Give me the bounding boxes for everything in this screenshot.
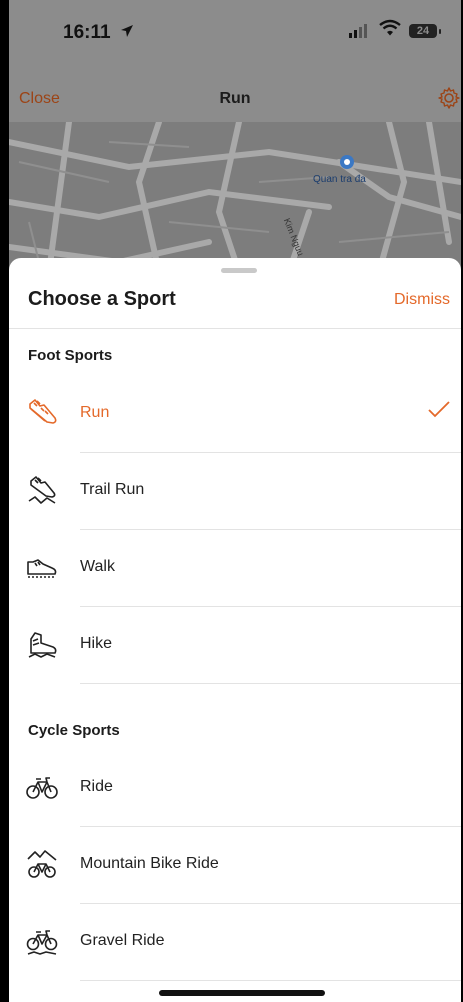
checkmark-icon [427, 400, 451, 425]
sport-item-label: Trail Run [80, 481, 145, 498]
sport-item-hike[interactable]: Hike [9, 607, 461, 684]
mountain-bike-icon [25, 847, 59, 881]
section-cycle-sports: Cycle Sports [28, 722, 120, 739]
phone-screen: 16:11 24 Close Run Quan tra đa Kim Nguu … [9, 0, 461, 1002]
running-shoe-icon [25, 396, 59, 430]
walking-shoe-icon [25, 550, 59, 584]
bicycle-icon [25, 770, 59, 804]
sport-item-label: Run [80, 404, 110, 421]
map-streets [9, 122, 461, 272]
wifi-icon [379, 19, 401, 42]
sport-item-label: Hike [80, 635, 113, 652]
poi-label[interactable]: Quan tra đa [313, 174, 366, 185]
sport-item-label: Ride [80, 778, 113, 795]
page-title: Run [219, 90, 251, 107]
sport-item-label: Mountain Bike Ride [80, 855, 219, 872]
sport-item-ride[interactable]: Ride [9, 750, 461, 827]
sport-item-label: Gravel Ride [80, 932, 165, 949]
gear-icon[interactable] [437, 86, 461, 115]
sheet-grabber[interactable] [221, 268, 257, 273]
gravel-bike-icon [25, 924, 59, 958]
trail-shoe-icon [25, 473, 59, 507]
sheet-title: Choose a Sport [28, 288, 176, 310]
cellular-signal-icon [349, 22, 367, 38]
poi-marker-icon[interactable] [339, 154, 355, 170]
dismiss-button[interactable]: Dismiss [394, 291, 450, 309]
sport-item-walk[interactable]: Walk [9, 530, 461, 607]
sport-item-trail-run[interactable]: Trail Run [9, 453, 461, 530]
map-view[interactable]: Quan tra đa Kim Nguu [9, 122, 461, 272]
status-bar: 16:11 24 [9, 0, 461, 62]
sport-item-label: Walk [80, 558, 115, 575]
divider [80, 980, 461, 981]
nav-bar: Close Run [9, 62, 461, 122]
status-time: 16:11 [63, 22, 134, 44]
battery-icon: 24 [409, 24, 437, 38]
sport-picker-sheet: Choose a Sport Dismiss Foot Sports Run T… [9, 258, 461, 1002]
sport-item-gravel-ride[interactable]: Gravel Ride [9, 904, 461, 981]
divider [80, 683, 461, 684]
divider [9, 328, 461, 329]
section-foot-sports: Foot Sports [28, 347, 113, 364]
battery-tip [439, 29, 441, 34]
sport-item-run[interactable]: Run [9, 376, 461, 453]
location-arrow-icon [120, 22, 134, 44]
home-indicator[interactable] [159, 990, 325, 996]
hiking-boot-icon [25, 627, 59, 661]
sport-item-mountain-bike-ride[interactable]: Mountain Bike Ride [9, 827, 461, 904]
